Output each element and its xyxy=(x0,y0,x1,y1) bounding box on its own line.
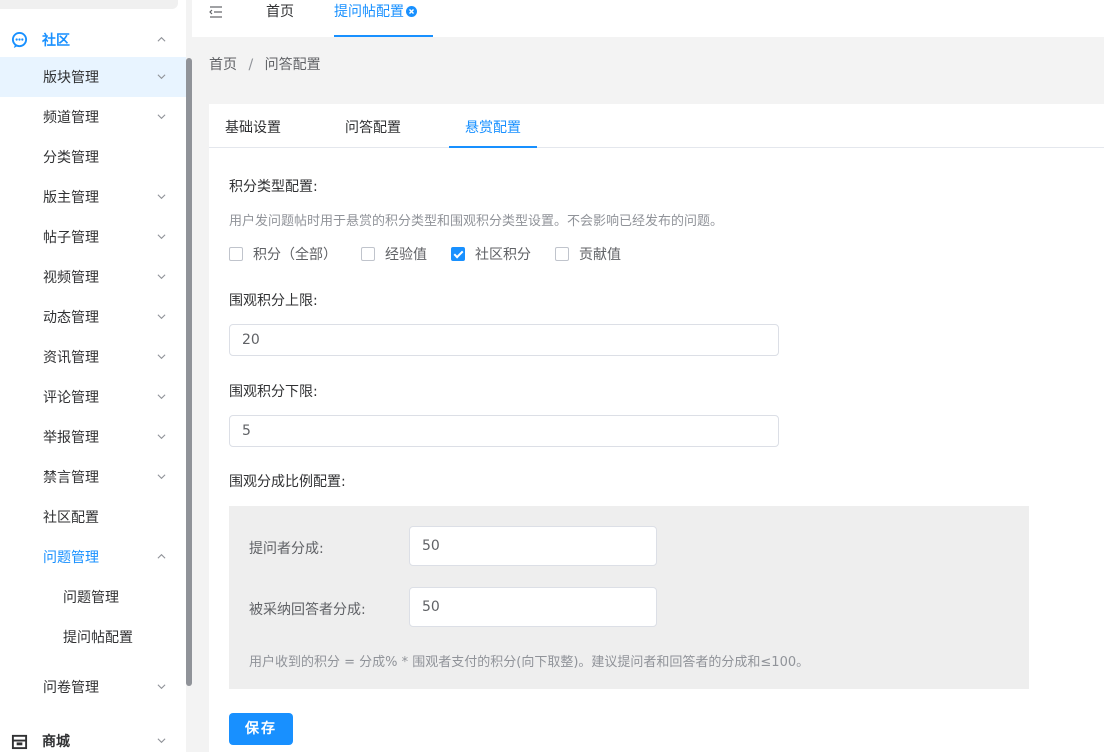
checkbox-label: 贡献值 xyxy=(579,247,621,263)
lower-limit-input[interactable]: 5 xyxy=(229,415,779,447)
ratio-config-label: 围观分成比例配置: xyxy=(229,474,346,490)
checkbox-box[interactable] xyxy=(361,247,375,261)
sidebar-item-label: 问题管理 xyxy=(43,550,99,566)
active-tab-indicator xyxy=(449,146,537,148)
chevron-down-icon xyxy=(157,194,166,200)
breadcrumb-current: 问答配置 xyxy=(264,57,321,73)
lower-limit-label: 围观积分下限: xyxy=(229,384,318,400)
top-tabs-bar: 首页 提问帖配置 xyxy=(192,0,1104,37)
asker-share-label: 提问者分成: xyxy=(249,541,324,557)
tab-basic-settings[interactable]: 基础设置 xyxy=(225,117,281,137)
points-type-hint: 用户发问题帖时用于悬赏的积分类型和围观积分类型设置。不会影响已经发布的问题。 xyxy=(229,214,724,229)
checkbox-experience[interactable]: 经验值 xyxy=(361,244,427,264)
checkbox-community-points[interactable]: 社区积分 xyxy=(451,244,531,264)
tab-label: 提问帖配置 xyxy=(334,4,404,20)
chevron-down-icon xyxy=(157,434,166,440)
chevron-down-icon xyxy=(157,738,166,744)
sidebar: 社区 版块管理 频道管理 分类管理 版主管理 帖子管理 视频管理 动态管理 资讯… xyxy=(0,0,186,752)
sidebar-item-label: 社区配置 xyxy=(43,510,99,526)
tab-bounty-config[interactable]: 悬赏配置 xyxy=(465,117,521,137)
sidebar-item-reports[interactable]: 举报管理 xyxy=(0,417,186,457)
sidebar-item-label: 分类管理 xyxy=(43,150,99,166)
sidebar-item-mute[interactable]: 禁言管理 xyxy=(0,457,186,497)
sidebar-item-news[interactable]: 资讯管理 xyxy=(0,337,186,377)
sidebar-item-posts[interactable]: 帖子管理 xyxy=(0,217,186,257)
breadcrumb-separator: / xyxy=(248,57,254,73)
answerer-share-label: 被采纳回答者分成: xyxy=(249,602,366,618)
sidebar-subitem-questions[interactable]: 问题管理 xyxy=(0,577,186,617)
points-type-checkboxes: 积分（全部） 经验值 社区积分 贡献值 xyxy=(229,244,645,264)
chevron-up-icon xyxy=(157,553,166,559)
sidebar-item-moderator[interactable]: 版主管理 xyxy=(0,177,186,217)
sidebar-item-label: 动态管理 xyxy=(43,310,99,326)
sidebar-item-label: 资讯管理 xyxy=(43,350,99,366)
sidebar-item-channel[interactable]: 频道管理 xyxy=(0,97,186,137)
checkbox-label: 积分（全部） xyxy=(253,247,337,263)
tab-question-config[interactable]: 提问帖配置 xyxy=(334,0,433,37)
chevron-down-icon xyxy=(157,474,166,480)
sidebar-item-label: 频道管理 xyxy=(43,110,99,126)
checkbox-contribution[interactable]: 贡献值 xyxy=(555,244,621,264)
chat-icon xyxy=(11,32,28,49)
ratio-panel: 提问者分成: 50 被采纳回答者分成: 50 用户收到的积分 = 分成% * 围… xyxy=(229,506,1029,689)
chevron-down-icon xyxy=(157,314,166,320)
checkbox-box[interactable] xyxy=(229,247,243,261)
ratio-hint: 用户收到的积分 = 分成% * 围观者支付的积分(向下取整)。建议提问者和回答者… xyxy=(249,655,810,670)
sidebar-item-label: 问卷管理 xyxy=(43,680,99,696)
answerer-share-input[interactable]: 50 xyxy=(409,587,657,627)
chevron-down-icon xyxy=(157,394,166,400)
sidebar-item-label: 视频管理 xyxy=(43,270,99,286)
sidebar-item-feed[interactable]: 动态管理 xyxy=(0,297,186,337)
tab-home[interactable]: 首页 xyxy=(266,0,294,37)
sidebar-group-community[interactable]: 社区 xyxy=(0,20,186,60)
sidebar-group-label: 社区 xyxy=(42,33,70,49)
chevron-up-icon xyxy=(157,36,166,42)
config-card: 基础设置 问答配置 悬赏配置 积分类型配置: 用户发问题帖时用于悬赏的积分类型和… xyxy=(209,104,1104,752)
sidebar-subitem-label: 提问帖配置 xyxy=(63,630,133,646)
sidebar-item-label: 帖子管理 xyxy=(43,230,99,246)
asker-share-input[interactable]: 50 xyxy=(409,526,657,566)
breadcrumb-home[interactable]: 首页 xyxy=(209,57,237,73)
sidebar-item-community-config[interactable]: 社区配置 xyxy=(0,497,186,537)
close-icon[interactable] xyxy=(406,6,417,17)
sidebar-item-label: 版块管理 xyxy=(43,70,99,86)
chevron-down-icon xyxy=(157,114,166,120)
sidebar-subitem-question-config[interactable]: 提问帖配置 xyxy=(0,617,186,657)
config-tabs: 基础设置 问答配置 悬赏配置 xyxy=(209,104,1104,148)
chevron-down-icon xyxy=(157,274,166,280)
sidebar-group-mall[interactable]: 商城 xyxy=(0,721,186,752)
sidebar-item-video[interactable]: 视频管理 xyxy=(0,257,186,297)
chevron-down-icon xyxy=(157,684,166,690)
sidebar-item-label: 评论管理 xyxy=(43,390,99,406)
sidebar-subitem-label: 问题管理 xyxy=(63,590,119,606)
sidebar-group-label: 商城 xyxy=(42,734,70,750)
sidebar-item-section[interactable]: 版块管理 xyxy=(0,57,186,97)
checkbox-label: 经验值 xyxy=(385,247,427,263)
checkbox-box-checked[interactable] xyxy=(451,247,465,261)
store-icon xyxy=(11,734,28,750)
chevron-down-icon xyxy=(157,234,166,240)
chevron-down-icon xyxy=(157,74,166,80)
upper-limit-input[interactable]: 20 xyxy=(229,324,779,356)
breadcrumb: 首页 / 问答配置 xyxy=(209,54,321,74)
tab-qa-config[interactable]: 问答配置 xyxy=(345,117,401,137)
save-button[interactable]: 保存 xyxy=(229,713,293,745)
sidebar-item-comments[interactable]: 评论管理 xyxy=(0,377,186,417)
tab-underline xyxy=(334,35,433,37)
points-type-label: 积分类型配置: xyxy=(229,179,318,195)
chevron-down-icon xyxy=(157,354,166,360)
menu-fold-icon[interactable] xyxy=(209,5,223,19)
sidebar-item-label: 禁言管理 xyxy=(43,470,99,486)
checkbox-box[interactable] xyxy=(555,247,569,261)
upper-limit-label: 围观积分上限: xyxy=(229,293,318,309)
sidebar-top-item xyxy=(0,0,178,9)
sidebar-item-questions[interactable]: 问题管理 xyxy=(0,537,186,577)
sidebar-item-survey[interactable]: 问卷管理 xyxy=(0,667,186,707)
checkbox-all-points[interactable]: 积分（全部） xyxy=(229,244,337,264)
sidebar-item-category[interactable]: 分类管理 xyxy=(0,137,186,177)
sidebar-item-label: 举报管理 xyxy=(43,430,99,446)
sidebar-item-label: 版主管理 xyxy=(43,190,99,206)
sidebar-scrollbar[interactable] xyxy=(186,58,192,686)
checkbox-label: 社区积分 xyxy=(475,247,531,263)
